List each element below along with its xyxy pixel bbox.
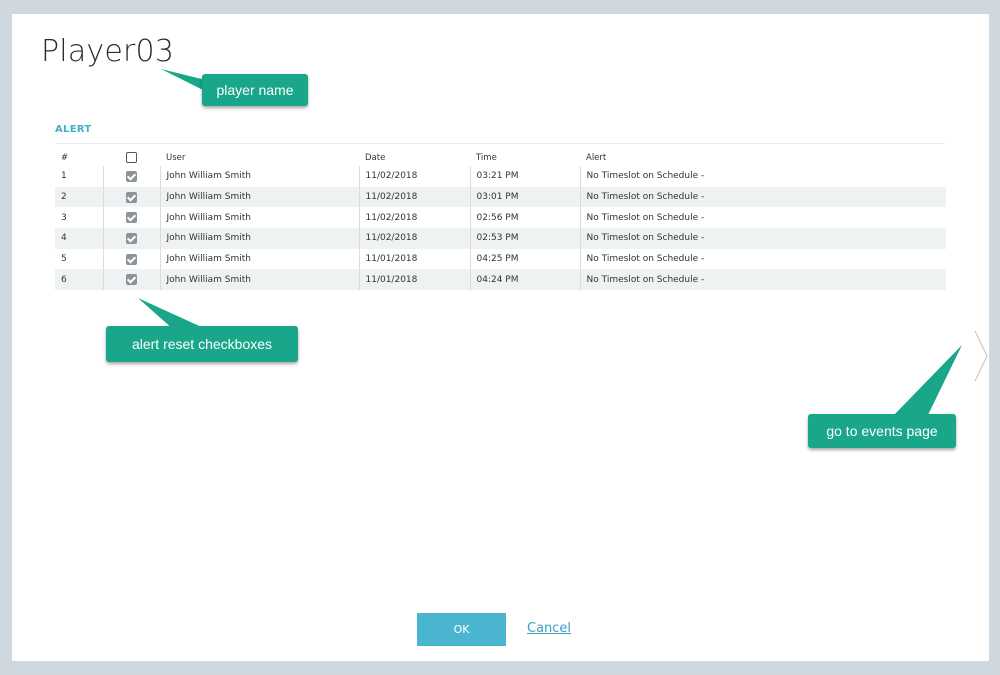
alert-reset-checkbox[interactable] — [103, 166, 161, 187]
table-row: 6 John William Smith 11/01/2018 04:24 PM… — [55, 269, 946, 291]
cancel-link[interactable]: Cancel — [527, 621, 571, 636]
time-cell: 03:21 PM — [470, 166, 581, 187]
column-header-time: Time — [476, 152, 497, 163]
ok-button[interactable]: OK — [417, 613, 506, 646]
alert-reset-checkbox[interactable] — [103, 207, 161, 229]
alert-reset-checkbox[interactable] — [103, 228, 161, 249]
checkbox-icon[interactable] — [126, 152, 137, 163]
player-dialog: Player03 ALERT # User Date Time Alert 1 — [12, 14, 989, 661]
checkbox-checked-icon[interactable] — [126, 212, 137, 224]
row-number: 5 — [55, 248, 104, 270]
player-name-callout: player name — [202, 74, 308, 106]
column-header-date: Date — [365, 152, 386, 163]
alert-reset-checkbox[interactable] — [103, 248, 161, 270]
time-cell: 03:01 PM — [470, 186, 581, 208]
column-header-number: # — [61, 152, 69, 163]
alert-cell: No Timeslot on Schedule - — [580, 228, 946, 249]
checkbox-checked-icon[interactable] — [126, 191, 137, 203]
user-cell: John William Smith — [160, 269, 360, 291]
table-row: 1 John William Smith 11/02/2018 03:21 PM… — [55, 166, 946, 187]
alert-section-title: ALERT — [55, 124, 92, 135]
user-cell: John William Smith — [160, 186, 360, 208]
events-page-callout-pointer — [892, 345, 962, 417]
alert-reset-callout: alert reset checkboxes — [106, 326, 298, 362]
alert-cell: No Timeslot on Schedule - — [580, 186, 946, 208]
table-row: 2 John William Smith 11/02/2018 03:01 PM… — [55, 186, 946, 208]
table-row: 4 John William Smith 11/02/2018 02:53 PM… — [55, 228, 946, 249]
user-cell: John William Smith — [160, 248, 360, 270]
select-all-checkbox[interactable] — [103, 149, 160, 166]
alert-cell: No Timeslot on Schedule - — [586, 212, 705, 223]
time-cell: 04:25 PM — [470, 248, 581, 270]
date-cell: 11/02/2018 — [359, 207, 471, 229]
date-cell: 11/01/2018 — [359, 248, 471, 270]
alert-reset-checkbox[interactable] — [103, 269, 161, 291]
checkbox-checked-icon[interactable] — [126, 274, 137, 286]
row-number: 3 — [55, 207, 104, 229]
alert-reset-checkbox[interactable] — [103, 186, 161, 208]
column-header-alert: Alert — [586, 152, 607, 163]
alert-cell: No Timeslot on Schedule - — [580, 269, 946, 291]
time-cell: 04:24 PM — [470, 269, 581, 291]
events-page-callout: go to events page — [808, 414, 956, 448]
user-cell: John William Smith — [160, 228, 360, 249]
checkbox-checked-icon[interactable] — [126, 232, 137, 244]
table-row: 3 John William Smith 11/02/2018 02:56 PM… — [55, 207, 946, 229]
date-cell: 11/02/2018 — [359, 186, 471, 208]
row-number: 4 — [55, 228, 104, 249]
row-number: 2 — [55, 186, 104, 208]
user-cell: John William Smith — [160, 207, 360, 229]
alert-reset-callout-pointer — [138, 298, 208, 330]
chevron-right-icon[interactable] — [974, 330, 988, 382]
alert-cell: No Timeslot on Schedule - — [586, 171, 705, 182]
time-cell: 02:53 PM — [470, 228, 581, 249]
column-header-user: User — [166, 152, 186, 163]
table-row: 5 John William Smith 11/01/2018 04:25 PM… — [55, 248, 946, 270]
date-cell: 11/02/2018 — [359, 166, 471, 187]
table-header-row: # User Date Time Alert — [55, 149, 946, 166]
row-number: 1 — [55, 166, 104, 187]
alert-cell: No Timeslot on Schedule - — [586, 254, 705, 265]
row-number: 6 — [55, 269, 104, 291]
alert-table: # User Date Time Alert 1 John William Sm… — [55, 149, 946, 291]
user-cell: John William Smith — [160, 166, 360, 187]
section-divider — [55, 143, 945, 144]
checkbox-checked-icon[interactable] — [126, 170, 137, 182]
date-cell: 11/01/2018 — [359, 269, 471, 291]
date-cell: 11/02/2018 — [359, 228, 471, 249]
checkbox-checked-icon[interactable] — [126, 253, 137, 265]
time-cell: 02:56 PM — [470, 207, 581, 229]
